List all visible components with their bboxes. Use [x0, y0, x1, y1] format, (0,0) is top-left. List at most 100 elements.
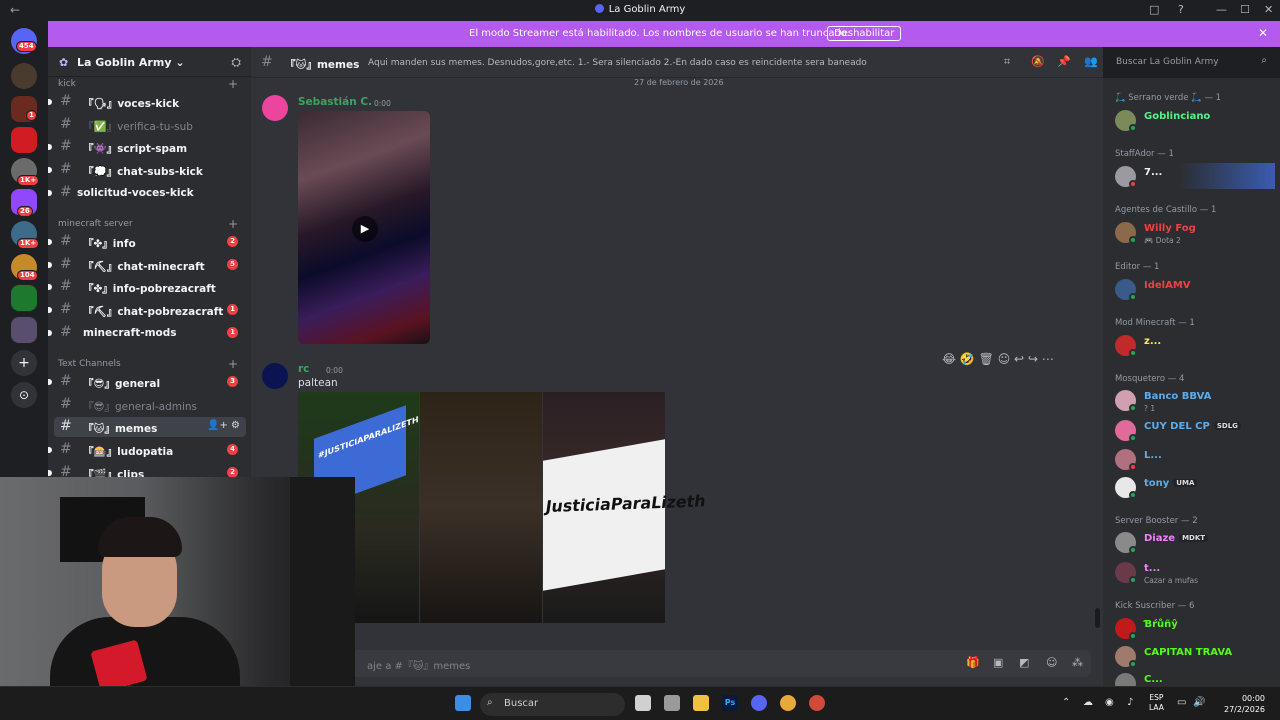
- server-header[interactable]: ✿ La Goblin Army ⌄ ⛭: [48, 47, 251, 77]
- channel-item[interactable]: # 『🎰』ludopatia 4: [48, 440, 246, 460]
- channel-item[interactable]: # 『⛏』chat-pobrezacraft 1: [48, 300, 246, 320]
- member-item[interactable]: Diaze MDKT: [1115, 529, 1275, 555]
- reply-icon[interactable]: ↩: [1014, 352, 1024, 366]
- explore-icon[interactable]: ⊙: [11, 382, 37, 408]
- channel-item[interactable]: # 『🗣』voces-kick: [48, 92, 246, 112]
- reaction-emoji-icon[interactable]: 🗑: [979, 352, 994, 366]
- member-item[interactable]: IdelAMV: [1115, 276, 1275, 302]
- member-item[interactable]: tony UMA: [1115, 474, 1275, 500]
- gif-icon[interactable]: ▣: [993, 656, 1003, 669]
- server-icon[interactable]: [11, 317, 37, 343]
- more-options-icon[interactable]: ⋯: [1042, 352, 1054, 366]
- channel-item[interactable]: # 『✤』info-pobrezacraft: [48, 277, 246, 297]
- add-channel-icon[interactable]: +: [228, 357, 238, 371]
- server-icon[interactable]: [11, 63, 37, 89]
- add-reaction-icon[interactable]: ☺: [998, 352, 1011, 366]
- category-minecraft[interactable]: minecraft server +: [58, 217, 238, 231]
- channel-topic[interactable]: Aqui manden sus memes. Desnudos,gore,etc…: [368, 58, 867, 68]
- video-attachment[interactable]: ▶: [298, 111, 430, 344]
- member-item[interactable]: Ɓŕůñŷ: [1115, 615, 1275, 641]
- chat-scrollbar[interactable]: [1095, 608, 1100, 628]
- channel-item[interactable]: # 『⛏』chat-minecraft 5: [48, 255, 246, 275]
- protest-banner-image: JusticiaParaLizeth: [543, 439, 707, 591]
- channel-item[interactable]: # 『💭』chat-subs-kick: [48, 160, 246, 180]
- member-list-icon[interactable]: 👥: [1084, 55, 1098, 68]
- taskbar-search[interactable]: ⌕ Buscar: [480, 693, 625, 716]
- channel-settings-icon[interactable]: 👤+ ⚙: [207, 420, 240, 431]
- notification-bell-icon[interactable]: 🔕: [1031, 55, 1045, 68]
- gift-icon[interactable]: 🎁: [966, 656, 980, 669]
- channel-item-memes[interactable]: # 『🐱』memes 👤+ ⚙: [54, 417, 246, 437]
- member-item[interactable]: Goblinciano: [1115, 107, 1275, 133]
- minimize-button[interactable]: —: [1216, 3, 1227, 16]
- channel-item[interactable]: # solicitud-voces-kick: [48, 183, 246, 203]
- member-item[interactable]: C...: [1115, 670, 1275, 686]
- member-item[interactable]: t... Cazar a mufas: [1115, 559, 1275, 585]
- avatar[interactable]: [262, 95, 288, 121]
- discord-taskbar-icon[interactable]: [751, 695, 767, 711]
- search-input[interactable]: Buscar La Goblin Army ⌕: [1110, 52, 1272, 72]
- threads-icon[interactable]: ⌗: [1004, 55, 1010, 69]
- tray-app-icon[interactable]: ◉: [1105, 697, 1114, 708]
- category-text-channels[interactable]: Text Channels +: [58, 357, 238, 371]
- member-item[interactable]: 7...: [1115, 163, 1275, 189]
- server-icon[interactable]: [11, 127, 37, 153]
- inbox-icon[interactable]: □: [1149, 3, 1159, 16]
- tray-overflow-icon[interactable]: ⌃: [1062, 697, 1070, 708]
- guild-badge: 104: [17, 270, 38, 281]
- onedrive-icon[interactable]: ☁: [1083, 697, 1093, 708]
- channel-item[interactable]: # 『✤』info 2: [48, 232, 246, 252]
- microphone-icon[interactable]: ♪: [1127, 697, 1133, 708]
- channel-item[interactable]: # 『😎』general 3: [48, 372, 246, 392]
- message-input[interactable]: aje a #『🐱』memes 🎁 ▣ ◩ ☺ ⁂: [263, 650, 1091, 677]
- invite-icon[interactable]: ⛭: [231, 55, 241, 70]
- member-item[interactable]: Willy Fog 🎮 Dota 2: [1115, 219, 1275, 245]
- play-icon[interactable]: ▶: [352, 216, 378, 242]
- system-clock[interactable]: 00:00 27/2/2026: [1224, 693, 1265, 715]
- forward-icon[interactable]: ↪: [1028, 352, 1038, 366]
- help-icon[interactable]: ?: [1178, 3, 1184, 16]
- pin-icon[interactable]: 📌: [1057, 55, 1071, 68]
- message-author[interactable]: Sebastián C.: [298, 96, 372, 108]
- file-explorer-icon[interactable]: [693, 695, 709, 711]
- maximize-button[interactable]: ☐: [1240, 3, 1250, 16]
- channel-name: 『🐱』memes: [83, 423, 158, 435]
- avatar[interactable]: [262, 363, 288, 389]
- add-channel-icon[interactable]: +: [228, 217, 238, 231]
- close-banner-icon[interactable]: ✕: [1258, 26, 1268, 40]
- network-icon[interactable]: ▭: [1177, 697, 1186, 708]
- reaction-emoji-icon[interactable]: 😂: [942, 352, 956, 366]
- channel-item[interactable]: # 『✅』verifica-tu-sub: [54, 115, 246, 135]
- category-kick[interactable]: kick +: [58, 77, 238, 91]
- channel-item[interactable]: # 『😎』general-admins: [54, 395, 246, 415]
- add-channel-icon[interactable]: +: [228, 77, 238, 91]
- photoshop-icon[interactable]: Ps: [722, 695, 738, 711]
- close-window-button[interactable]: ✕: [1264, 3, 1273, 16]
- member-item[interactable]: z...: [1115, 332, 1275, 358]
- disable-streamer-button[interactable]: Deshabilitar: [827, 26, 902, 41]
- apps-icon[interactable]: ⁂: [1072, 656, 1083, 669]
- gallery-image[interactable]: [420, 392, 542, 623]
- message-author[interactable]: rc: [298, 363, 309, 375]
- app-icon[interactable]: [809, 695, 825, 711]
- task-view-icon[interactable]: [635, 695, 651, 711]
- reaction-emoji-icon[interactable]: 🤣: [960, 352, 975, 366]
- mention-badge: 4: [227, 444, 238, 455]
- member-item[interactable]: CUY DEL CP SDLG: [1115, 417, 1275, 443]
- volume-icon[interactable]: 🔊: [1193, 697, 1205, 708]
- member-item[interactable]: Banco BBVA ? 1: [1115, 387, 1275, 413]
- add-server-icon[interactable]: +: [11, 350, 37, 376]
- member-item[interactable]: L...: [1115, 446, 1275, 472]
- chrome-icon[interactable]: [780, 695, 796, 711]
- member-item[interactable]: CAPITAN TRAVA: [1115, 643, 1275, 669]
- sticker-icon[interactable]: ◩: [1019, 656, 1029, 669]
- channel-item[interactable]: # 『👾』script-spam: [48, 137, 246, 157]
- hash-icon: #: [60, 396, 72, 412]
- emoji-icon[interactable]: ☺: [1046, 656, 1057, 669]
- language-indicator[interactable]: ESP LAA: [1149, 693, 1164, 713]
- app-icon[interactable]: [664, 695, 680, 711]
- channel-item[interactable]: # minecraft-mods 1: [48, 323, 246, 343]
- server-icon[interactable]: [11, 285, 37, 311]
- member-name: t...: [1144, 563, 1161, 574]
- start-icon[interactable]: [455, 695, 471, 711]
